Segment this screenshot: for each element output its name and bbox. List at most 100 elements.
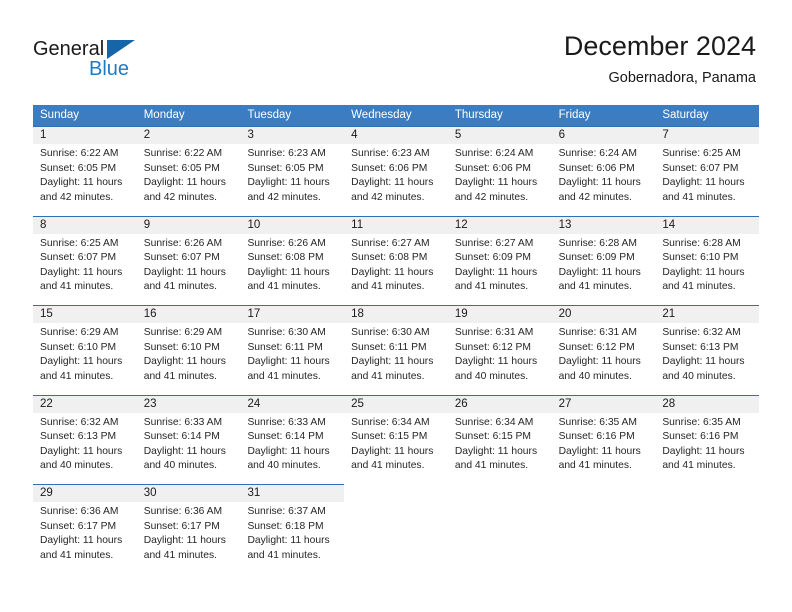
day-details: Sunrise: 6:36 AM Sunset: 6:17 PM Daylight:… <box>137 502 241 563</box>
sunset-time: Sunset: 6:11 PM <box>351 341 427 353</box>
day-number-band: 1 <box>33 126 137 144</box>
day-number-band: 5 <box>447 126 552 144</box>
weekday-header-tuesday: Tuesday <box>247 109 292 121</box>
sunrise-time: Sunrise: 6:34 AM <box>454 416 534 428</box>
daylight-duration-line2: and 40 minutes. <box>40 460 114 472</box>
day-number-band: 31 <box>240 484 345 502</box>
daylight-duration-line1: Daylight: 11 hours <box>143 535 226 547</box>
day-number-band <box>552 484 656 502</box>
daylight-duration-line2: and 41 minutes. <box>40 281 114 293</box>
day-number: 27 <box>558 397 572 410</box>
calendar-day-cell[interactable]: 15 Sunrise: 6:29 AM Sunset: 6:10 PM Dayligh… <box>33 305 137 395</box>
sunrise-time: Sunrise: 6:25 AM <box>662 148 741 159</box>
calendar-day-cell[interactable]: 31 Sunrise: 6:37 AM Sunset: 6:18 PM Dayligh… <box>240 484 345 574</box>
day-number: 14 <box>662 218 676 231</box>
day-number-band: 14 <box>655 215 760 234</box>
daylight-duration-line1: Daylight: 11 hours <box>143 445 226 457</box>
day-details: Sunrise: 6:27 AM Sunset: 6:09 PM Daylight:… <box>448 234 552 295</box>
calendar-day-cell[interactable]: 13 Sunrise: 6:28 AM Sunset: 6:09 PM Dayligh… <box>551 215 656 305</box>
sunrise-time: Sunrise: 6:23 AM <box>247 148 326 159</box>
calendar-day-cell[interactable]: 29 Sunrise: 6:36 AM Sunset: 6:17 PM Dayligh… <box>33 484 137 574</box>
daylight-duration-line1: Daylight: 11 hours <box>247 266 330 278</box>
daylight-duration-line2: and 42 minutes. <box>143 191 217 203</box>
daylight-duration-line2: and 41 minutes. <box>247 549 321 561</box>
calendar-day-cell[interactable]: 9 Sunrise: 6:26 AM Sunset: 6:07 PM Daylight… <box>136 215 241 305</box>
calendar-day-cell[interactable]: 3 Sunrise: 6:23 AM Sunset: 6:05 PM Daylight… <box>240 126 345 216</box>
day-number: 6 <box>558 129 565 141</box>
calendar-day-cell[interactable]: 16 Sunrise: 6:29 AM Sunset: 6:10 PM Dayligh… <box>136 305 241 395</box>
weekday-header-saturday: Saturday <box>662 109 709 121</box>
calendar-day-cell[interactable]: 21 Sunrise: 6:32 AM Sunset: 6:13 PM Dayligh… <box>655 305 760 395</box>
calendar-day-cell[interactable]: 30 Sunrise: 6:36 AM Sunset: 6:17 PM Dayligh… <box>136 484 241 574</box>
calendar-day-cell[interactable]: 17 Sunrise: 6:30 AM Sunset: 6:11 PM Dayligh… <box>240 305 345 395</box>
daylight-duration-line2: and 42 minutes. <box>40 191 114 203</box>
calendar-day-cell[interactable]: 7 Sunrise: 6:25 AM Sunset: 6:07 PM Daylight… <box>655 126 760 216</box>
sunrise-time: Sunrise: 6:33 AM <box>143 416 223 428</box>
calendar-day-cell[interactable]: 24 Sunrise: 6:33 AM Sunset: 6:14 PM Dayligh… <box>240 394 345 484</box>
sunrise-time: Sunrise: 6:26 AM <box>247 237 326 249</box>
calendar-day-cell[interactable]: 4 Sunrise: 6:23 AM Sunset: 6:06 PM Daylight… <box>344 126 448 216</box>
daylight-duration-line2: and 41 minutes. <box>662 191 736 203</box>
day-details: Sunrise: 6:35 AM Sunset: 6:16 PM Daylight:… <box>552 413 656 474</box>
day-number: 5 <box>454 129 462 141</box>
sunset-time: Sunset: 6:06 PM <box>454 162 532 174</box>
sunrise-time: Sunrise: 6:35 AM <box>662 416 741 428</box>
sunrise-time: Sunrise: 6:22 AM <box>40 148 119 159</box>
calendar-day-cell[interactable]: 23 Sunrise: 6:33 AM Sunset: 6:14 PM Dayligh… <box>136 394 241 484</box>
day-number-band: 2 <box>136 126 241 144</box>
general-blue-logo[interactable]: General Blue <box>33 38 233 88</box>
day-number: 18 <box>351 308 364 320</box>
daylight-duration-line2: and 40 minutes. <box>143 460 217 472</box>
calendar-day-cell[interactable]: 2 Sunrise: 6:22 AM Sunset: 6:05 PM Daylight… <box>136 126 241 216</box>
daylight-duration-line1: Daylight: 11 hours <box>40 266 123 278</box>
daylight-duration-line2: and 41 minutes. <box>558 281 632 293</box>
calendar-day-cell[interactable]: 11 Sunrise: 6:27 AM Sunset: 6:08 PM Dayligh… <box>344 215 448 305</box>
calendar-day-cell[interactable]: 6 Sunrise: 6:24 AM Sunset: 6:06 PM Daylight… <box>551 126 656 216</box>
sunrise-time: Sunrise: 6:28 AM <box>558 237 638 249</box>
sunrise-time: Sunrise: 6:34 AM <box>351 416 430 428</box>
calendar-day-cell[interactable]: 22 Sunrise: 6:32 AM Sunset: 6:13 PM Dayligh… <box>33 394 137 484</box>
daylight-duration-line1: Daylight: 11 hours <box>143 266 226 278</box>
calendar-day-cell[interactable]: 12 Sunrise: 6:27 AM Sunset: 6:09 PM Dayligh… <box>447 215 552 305</box>
calendar-day-cell[interactable]: 14 Sunrise: 6:28 AM Sunset: 6:10 PM Dayligh… <box>655 215 760 305</box>
sunrise-time: Sunrise: 6:30 AM <box>247 327 326 338</box>
daylight-duration-line2: and 40 minutes. <box>662 370 736 382</box>
daylight-duration-line2: and 41 minutes. <box>351 460 425 472</box>
sunset-time: Sunset: 6:13 PM <box>40 431 117 443</box>
day-details: Sunrise: 6:31 AM Sunset: 6:12 PM Daylight:… <box>552 323 656 384</box>
calendar-week-row: 1 Sunrise: 6:22 AM Sunset: 6:05 PM Daylight… <box>33 126 760 216</box>
sunset-time: Sunset: 6:07 PM <box>143 252 220 264</box>
calendar-day-cell[interactable]: 27 Sunrise: 6:35 AM Sunset: 6:16 PM Dayligh… <box>551 394 656 484</box>
calendar-day-cell[interactable]: 5 Sunrise: 6:24 AM Sunset: 6:06 PM Daylight… <box>447 126 552 216</box>
sunrise-time: Sunrise: 6:36 AM <box>40 506 119 517</box>
sunrise-time: Sunrise: 6:33 AM <box>247 416 326 428</box>
daylight-duration-line1: Daylight: 11 hours <box>662 356 745 368</box>
calendar-day-cell[interactable]: 19 Sunrise: 6:31 AM Sunset: 6:12 PM Dayligh… <box>447 305 552 395</box>
sunset-time: Sunset: 6:05 PM <box>143 162 220 174</box>
day-number-band: 8 <box>33 215 137 234</box>
day-number-band: 9 <box>136 215 241 234</box>
calendar-day-cell[interactable]: 10 Sunrise: 6:26 AM Sunset: 6:08 PM Dayligh… <box>240 215 345 305</box>
day-number-band <box>344 484 448 502</box>
calendar-day-cell[interactable]: 20 Sunrise: 6:31 AM Sunset: 6:12 PM Dayligh… <box>551 305 656 395</box>
sunset-time: Sunset: 6:15 PM <box>351 431 428 443</box>
day-number: 13 <box>558 218 572 231</box>
day-details <box>448 502 552 505</box>
day-number-band: 3 <box>240 126 345 144</box>
day-number: 15 <box>40 308 53 320</box>
calendar-day-cell[interactable]: 8 Sunrise: 6:25 AM Sunset: 6:07 PM Daylight… <box>33 215 137 305</box>
calendar-day-cell[interactable]: 18 Sunrise: 6:30 AM Sunset: 6:11 PM Dayligh… <box>344 305 448 395</box>
day-details: Sunrise: 6:25 AM Sunset: 6:07 PM Daylight:… <box>655 144 759 205</box>
day-number: 10 <box>247 218 261 231</box>
calendar-day-cell[interactable]: 25 Sunrise: 6:34 AM Sunset: 6:15 PM Dayligh… <box>344 394 448 484</box>
sunset-time: Sunset: 6:05 PM <box>40 162 117 174</box>
calendar-day-cell[interactable]: 1 Sunrise: 6:22 AM Sunset: 6:05 PM Daylight… <box>33 126 137 216</box>
calendar-day-cell[interactable]: 26 Sunrise: 6:34 AM Sunset: 6:15 PM Dayligh… <box>447 394 552 484</box>
daylight-duration-line1: Daylight: 11 hours <box>454 266 538 278</box>
sunrise-time: Sunrise: 6:24 AM <box>454 148 534 159</box>
day-details: Sunrise: 6:23 AM Sunset: 6:05 PM Daylight:… <box>240 144 344 205</box>
daylight-duration-line1: Daylight: 11 hours <box>40 445 123 457</box>
sunset-time: Sunset: 6:14 PM <box>143 431 220 443</box>
day-number-band: 25 <box>344 394 448 413</box>
calendar-day-cell[interactable]: 28 Sunrise: 6:35 AM Sunset: 6:16 PM Dayligh… <box>655 394 760 484</box>
